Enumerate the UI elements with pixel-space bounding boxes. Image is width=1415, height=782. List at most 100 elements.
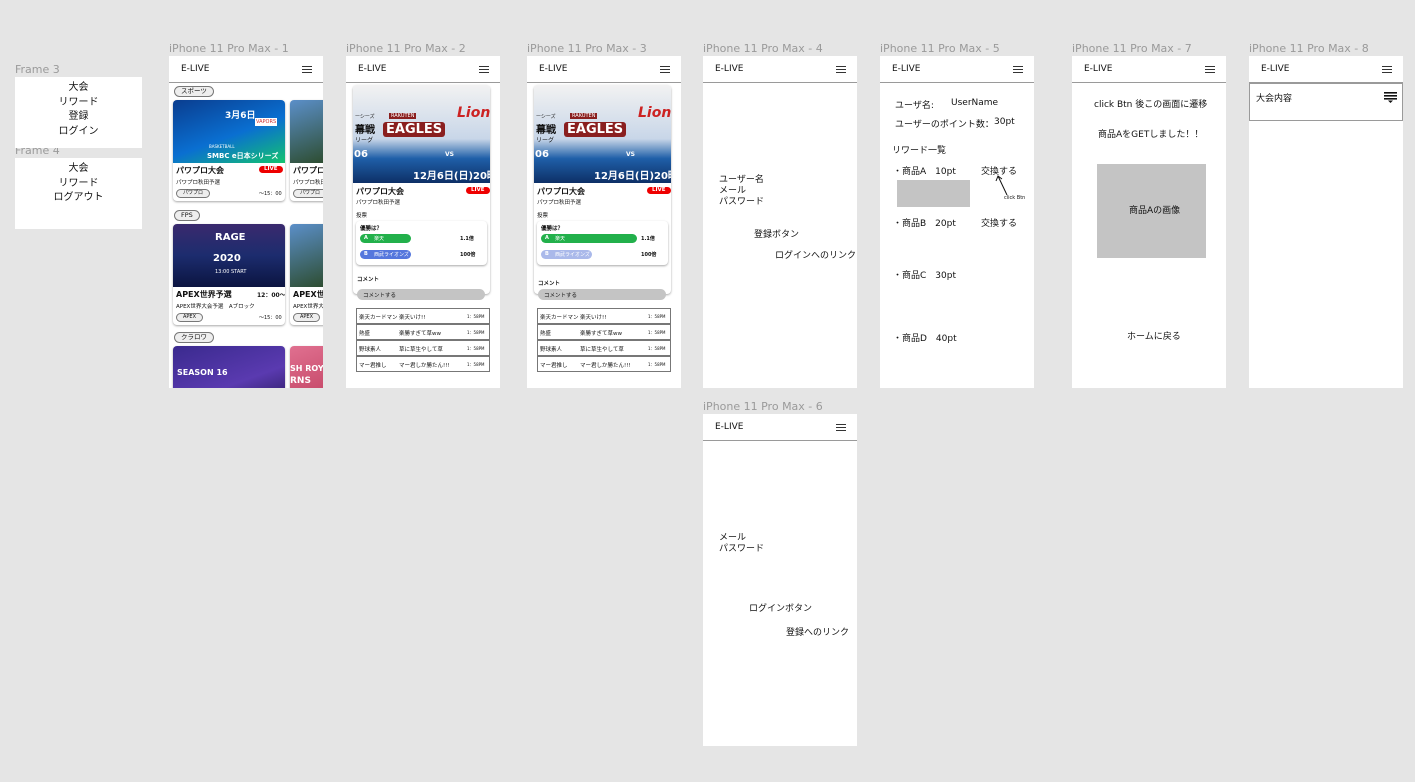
banner-image: SEASON 16 — [173, 346, 285, 388]
comment-row: 野球素人 草に草生やして草 1：58PM — [356, 340, 490, 356]
menu-item-login[interactable]: ログイン — [15, 125, 142, 140]
banner-series: ーシーズ — [536, 114, 556, 120]
live-badge: LIVE — [259, 166, 283, 173]
tournament-card[interactable]: SEASON 16 — [173, 346, 285, 388]
banner-image: SH ROY RNS — [290, 346, 323, 388]
menu-item-reward[interactable]: リワード — [15, 177, 142, 192]
tournament-card[interactable]: APEX世界 APEX世界大会 APEX — [290, 224, 323, 325]
comment-button-label: コメントする — [363, 293, 397, 299]
comment-button[interactable]: コメントする — [357, 289, 485, 300]
comment-button[interactable]: コメントする — [538, 289, 666, 300]
register-link[interactable]: 登録へのリンク — [786, 625, 849, 638]
comment-time: 1：58PM — [648, 346, 666, 351]
banner-rage: RAGE — [215, 232, 246, 243]
login-screen: E-LIVE メール パスワード ログインボタン 登録へのリンク — [703, 414, 857, 746]
hamburger-menu-icon[interactable] — [836, 66, 846, 73]
tournament-card[interactable]: SH ROY RNS — [290, 346, 323, 388]
hamburger-menu-icon[interactable] — [1382, 66, 1392, 73]
comment-user: マー君推し — [540, 363, 568, 369]
card-time: 〜15：00 — [259, 191, 282, 197]
comment-user: 野球素人 — [540, 347, 563, 353]
comment-time: 1：58PM — [648, 362, 666, 367]
hamburger-menu-icon[interactable] — [1205, 66, 1215, 73]
comment-row: マー君推し マー君しか勝たん!!! 1：58PM — [356, 356, 490, 372]
category-tag-sports: スポーツ — [174, 86, 214, 97]
option-key: A — [364, 235, 368, 241]
menu-item-tournament[interactable]: 大会 — [15, 162, 142, 177]
frame-label: iPhone 11 Pro Max - 3 — [527, 42, 647, 55]
card-subtitle: APEX世界大会予選 Aブロック — [176, 304, 255, 310]
category-tag-clash: クラロワ — [174, 332, 214, 343]
comment-row: 楽天カードマン 楽天いけ!! 1：58PM — [537, 308, 671, 324]
password-field[interactable]: パスワード — [719, 541, 764, 554]
frame4-menu: 大会 リワード ログアウト — [15, 158, 142, 229]
comment-row: 野球素人 草に草生やして草 1：58PM — [537, 340, 671, 356]
vote-option-a[interactable]: A 楽天 — [541, 234, 637, 243]
hamburger-menu-icon[interactable] — [1013, 66, 1023, 73]
option-name: 西武ライオンズ — [555, 252, 590, 258]
home-link[interactable]: ホームに戻る — [1127, 329, 1181, 342]
banner-left: 幕戦 — [536, 125, 556, 136]
match-subtitle: パワプロ秋田予選 — [537, 200, 582, 206]
filter-icon[interactable] — [1384, 92, 1397, 103]
tournament-panel[interactable]: 大会内容 — [1249, 83, 1403, 121]
hamburger-menu-icon[interactable] — [660, 66, 670, 73]
frame-label: Frame 3 — [15, 63, 60, 76]
arrow-icon — [995, 175, 1008, 196]
password-field[interactable]: パスワード — [719, 194, 764, 207]
banner-year: 2020 — [213, 253, 241, 264]
login-button[interactable]: ログインボタン — [749, 601, 812, 614]
register-screen: E-LIVE ユーザー名 メール パスワード 登録ボタン ログインへのリンク — [703, 56, 857, 388]
game-chip: APEX — [293, 313, 321, 322]
card-subtitle: APEX世界大会 — [293, 304, 323, 310]
banner-image: 3月6日 VAPORS BASKETBALL SMBC e日本シリーズ — [173, 100, 285, 163]
menu-item-logout[interactable]: ログアウト — [15, 191, 142, 206]
exchange-button[interactable]: 交換する — [981, 216, 1017, 229]
team-a-logo: EAGLES — [564, 122, 627, 137]
banner-text: SH ROY — [290, 364, 323, 373]
vote-panel: 優勝は？ A 楽天 1.1倍 B 西武ライオンズ 100倍 — [356, 221, 487, 265]
menu-item-register[interactable]: 登録 — [15, 110, 142, 125]
banner-start: 13:00 START — [215, 269, 247, 275]
option-odds: 100倍 — [641, 252, 657, 258]
frame3-menu: 大会 リワード 登録 ログイン — [15, 77, 142, 148]
game-chip: パワプロ — [176, 189, 211, 198]
register-button[interactable]: 登録ボタン — [754, 227, 799, 240]
hamburger-menu-icon[interactable] — [836, 424, 846, 431]
app-title: E-LIVE — [181, 64, 210, 74]
menu-item-tournament[interactable]: 大会 — [15, 81, 142, 96]
comment-label: コメント — [538, 281, 561, 287]
hamburger-menu-icon[interactable] — [302, 66, 312, 73]
match-title: パワプロ大会 — [537, 187, 585, 196]
login-link[interactable]: ログインへのリンク — [775, 248, 856, 261]
comment-text: 楽勝すぎて草ww — [399, 331, 441, 337]
tournament-card[interactable]: 3月6日 VAPORS BASKETBALL SMBC e日本シリーズ パワプロ… — [173, 100, 285, 201]
vote-option-b[interactable]: B 西武ライオンズ — [541, 250, 592, 259]
app-title: E-LIVE — [1261, 64, 1290, 74]
match-card: ーシーズ 幕戦 リーグ RAKUTEN EAGLES Lions 06 VS 1… — [534, 85, 671, 294]
comment-user: マー君推し — [359, 363, 387, 369]
reward-item: ・商品A 10pt — [893, 167, 956, 177]
option-key: B — [364, 251, 368, 257]
app-header: E-LIVE — [1249, 56, 1403, 83]
comment-text: 楽天いけ!! — [580, 315, 607, 321]
comment-text: マー君しか勝たん!!! — [399, 363, 450, 369]
vote-panel: 優勝は？ A 楽天 1.1倍 B 西武ライオンズ 100倍 — [537, 221, 668, 265]
frame-label: iPhone 11 Pro Max - 6 — [703, 400, 823, 413]
tournament-card[interactable]: パワプロ パワプロ秋田 パワプロ — [290, 100, 323, 201]
comment-time: 1：58PM — [467, 330, 485, 335]
tournament-card[interactable]: RAGE 2020 13:00 START APEX世界予選 12：00〜 AP… — [173, 224, 285, 325]
banner-series: ーシーズ — [355, 114, 375, 120]
comment-user: 楽天カードマン — [359, 315, 398, 321]
match-screen-voted: E-LIVE ーシーズ 幕戦 リーグ RAKUTEN EAGLES Lions … — [527, 56, 681, 388]
vote-option-a[interactable]: A 楽天 — [360, 234, 411, 243]
card-title: パワプロ — [293, 166, 323, 175]
comment-user: 熱盛 — [540, 331, 552, 337]
comment-text: 楽天いけ!! — [399, 315, 426, 321]
points-value: 30pt — [994, 117, 1015, 127]
vote-option-b[interactable]: B 西武ライオンズ — [360, 250, 411, 259]
hamburger-menu-icon[interactable] — [479, 66, 489, 73]
menu-item-reward[interactable]: リワード — [15, 96, 142, 111]
live-badge: LIVE — [647, 187, 671, 194]
frame-label: iPhone 11 Pro Max - 2 — [346, 42, 466, 55]
